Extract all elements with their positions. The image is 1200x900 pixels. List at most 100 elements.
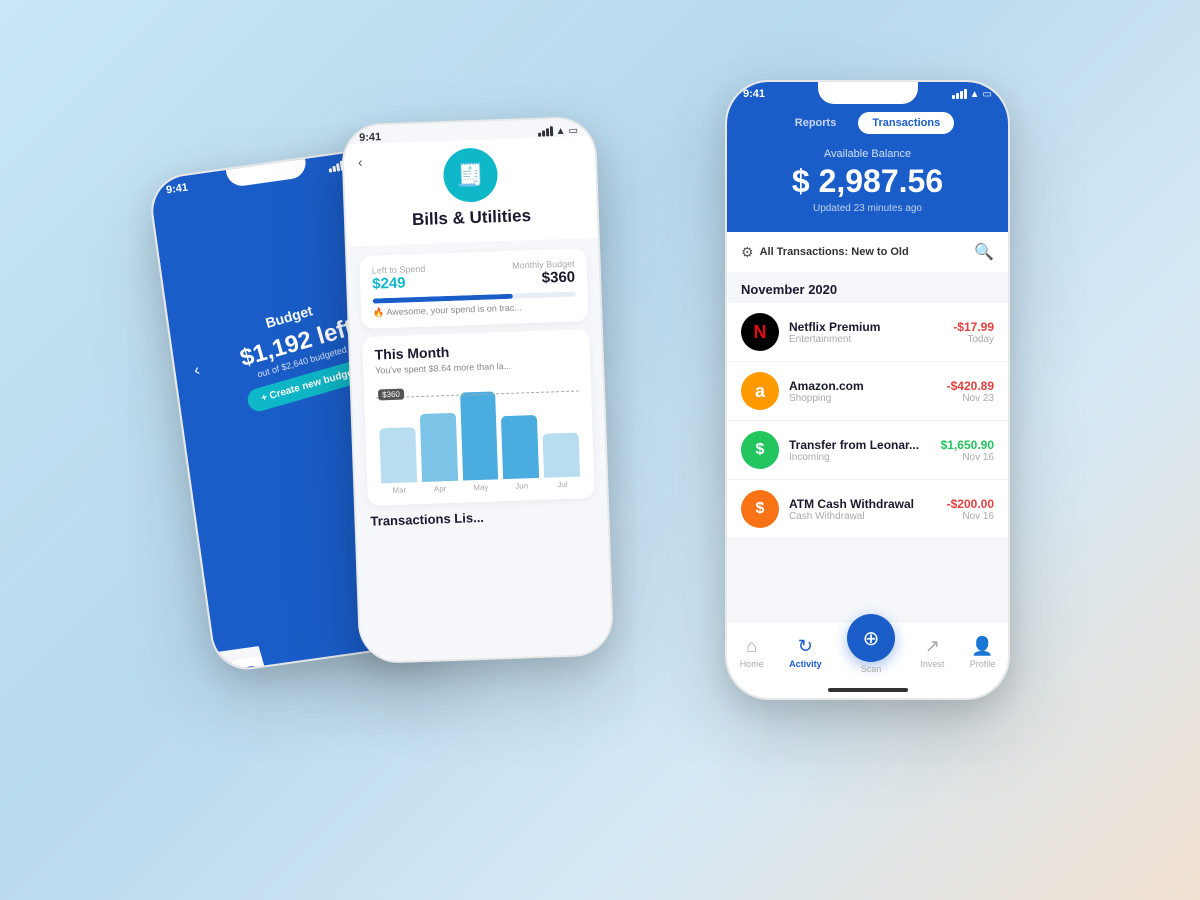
atm-date: Nov 16 — [947, 511, 994, 522]
filter-text: All Transactions: New to Old — [760, 246, 909, 258]
atm-name: ATM Cash Withdrawal — [789, 497, 937, 511]
transactions-header: 9:41 ▲ ▭ Reports Transactions — [727, 82, 1008, 232]
transaction-atm: $ ATM Cash Withdrawal Cash Withdrawal -$… — [727, 480, 1008, 539]
transaction-list: N Netflix Premium Entertainment -$17.99 … — [727, 303, 1008, 539]
sig1 — [538, 133, 541, 137]
notch-right — [818, 82, 918, 104]
monthly-budget-val: $360 — [512, 269, 575, 288]
time-left: 9:41 — [165, 181, 188, 196]
profile-icon: 👤 — [971, 636, 993, 657]
netflix-category: Entertainment — [789, 334, 943, 345]
chart-label-jul: Jul — [544, 479, 580, 489]
invest-label: Invest — [920, 659, 944, 669]
rsig2 — [956, 93, 959, 99]
chart-bar-2 — [460, 391, 499, 480]
balance-amount: $ 2,987.56 — [743, 163, 992, 200]
profile-label: Profile — [970, 659, 996, 669]
rsig4 — [964, 89, 967, 99]
amazon-info: Amazon.com Shopping — [789, 379, 937, 404]
filter-row: ⚙ All Transactions: New to Old 🔍 — [727, 232, 1008, 272]
battery-right: ▭ — [983, 89, 992, 100]
chart-label-mar: Mar — [381, 485, 417, 495]
home-label: Home — [740, 659, 764, 669]
activity-label: Activity — [789, 659, 822, 669]
rsig1 — [952, 95, 955, 99]
bar1 — [328, 168, 332, 172]
transfer-date: Nov 16 — [941, 452, 994, 463]
phone-right: 9:41 ▲ ▭ Reports Transactions — [725, 80, 1010, 700]
home-icon: ⌂ — [746, 636, 757, 657]
nav-activity[interactable]: ↻ Activity — [789, 636, 822, 669]
status-icons-middle: ▲ ▭ — [537, 125, 578, 137]
nav-home[interactable]: ⌂ Home — [740, 636, 764, 669]
bills-icon-circle: 🧾 — [442, 147, 498, 203]
netflix-amount: -$17.99 — [953, 320, 994, 334]
wifi-middle: ▲ — [555, 125, 565, 136]
atm-info: ATM Cash Withdrawal Cash Withdrawal — [789, 497, 937, 522]
bills-title: Bills & Utilities — [362, 204, 582, 232]
transfer-info: Transfer from Leonar... Incoming — [789, 438, 931, 463]
scan-button[interactable]: ⊕ — [847, 614, 895, 662]
netflix-info: Netflix Premium Entertainment — [789, 320, 943, 345]
tab-transactions[interactable]: Transactions — [858, 112, 954, 134]
netflix-date: Today — [953, 334, 994, 345]
nav-scan[interactable]: ⊕ Scan — [847, 614, 895, 674]
atm-icon: $ — [741, 490, 779, 528]
chart-area: $360 — [376, 376, 582, 483]
battery-middle: ▭ — [568, 125, 578, 136]
time-right: 9:41 — [743, 88, 765, 100]
bills-stat-card: Left to Spend $249 Monthly Budget $360 🔥… — [359, 248, 588, 329]
atm-category: Cash Withdrawal — [789, 511, 937, 522]
amazon-name: Amazon.com — [789, 379, 937, 393]
nav-profile[interactable]: 👤 Profile — [970, 636, 996, 669]
chart-label-apr: Apr — [422, 484, 458, 494]
balance-label: Available Balance — [743, 148, 992, 160]
this-month-card: This Month You've spent $8.64 more than … — [362, 329, 595, 506]
phones-container: 9:41 ▲ ▭ ‹ Budget $1,192 left out of $2,… — [150, 40, 1050, 860]
invest-icon: ↗ — [925, 636, 940, 657]
transaction-netflix: N Netflix Premium Entertainment -$17.99 … — [727, 303, 1008, 362]
amazon-date: Nov 23 — [947, 393, 994, 404]
status-icons-right: ▲ ▭ — [952, 89, 992, 100]
activity-icon: ↻ — [798, 636, 813, 657]
rsig3 — [960, 91, 963, 99]
sig2 — [542, 130, 545, 136]
transfer-icon: $ — [741, 431, 779, 469]
food-per-day: $24/day — [272, 667, 348, 672]
chart-bar-3 — [501, 415, 539, 479]
netflix-name: Netflix Premium — [789, 320, 943, 334]
time-middle: 9:41 — [359, 131, 381, 144]
chart-bars — [376, 376, 582, 483]
filter-icon[interactable]: ⚙ — [741, 244, 754, 261]
tabs-row: Reports Transactions — [743, 112, 992, 134]
nav-invest[interactable]: ↗ Invest — [920, 636, 944, 669]
sig3 — [546, 128, 549, 136]
transaction-transfer: $ Transfer from Leonar... Incoming $1,65… — [727, 421, 1008, 480]
back-arrow-middle[interactable]: ‹ — [358, 154, 363, 170]
transfer-amount-col: $1,650.90 Nov 16 — [941, 438, 994, 463]
atm-amount-col: -$200.00 Nov 16 — [947, 497, 994, 522]
amazon-category: Shopping — [789, 393, 937, 404]
left-spend-val: $249 — [372, 274, 426, 293]
food-icon: 🍴 — [237, 665, 266, 672]
phone-middle: 9:41 ▲ ▭ ‹ 🧾 Bills & Utilities — [341, 116, 615, 665]
chart-bar-0 — [379, 427, 417, 483]
home-indicator — [828, 688, 908, 692]
signal-right — [952, 89, 967, 99]
netflix-amount-col: -$17.99 Today — [953, 320, 994, 345]
chart-label-may: May — [463, 482, 499, 492]
chart-bar-1 — [420, 413, 458, 482]
chart-line-label: $360 — [378, 389, 404, 401]
signal-middle — [537, 126, 552, 137]
transaction-amazon: a Amazon.com Shopping -$420.89 Nov 23 — [727, 362, 1008, 421]
bar2 — [332, 166, 336, 172]
tab-reports[interactable]: Reports — [781, 112, 851, 134]
transfer-category: Incoming — [789, 452, 931, 463]
sig4 — [549, 126, 552, 136]
transfer-name: Transfer from Leonar... — [789, 438, 931, 452]
transfer-amount: $1,650.90 — [941, 438, 994, 452]
month-label: November 2020 — [727, 272, 1008, 303]
chart-bar-4 — [543, 433, 580, 478]
transactions-body: ⚙ All Transactions: New to Old 🔍 Novembe… — [727, 232, 1008, 621]
search-icon[interactable]: 🔍 — [974, 242, 994, 262]
